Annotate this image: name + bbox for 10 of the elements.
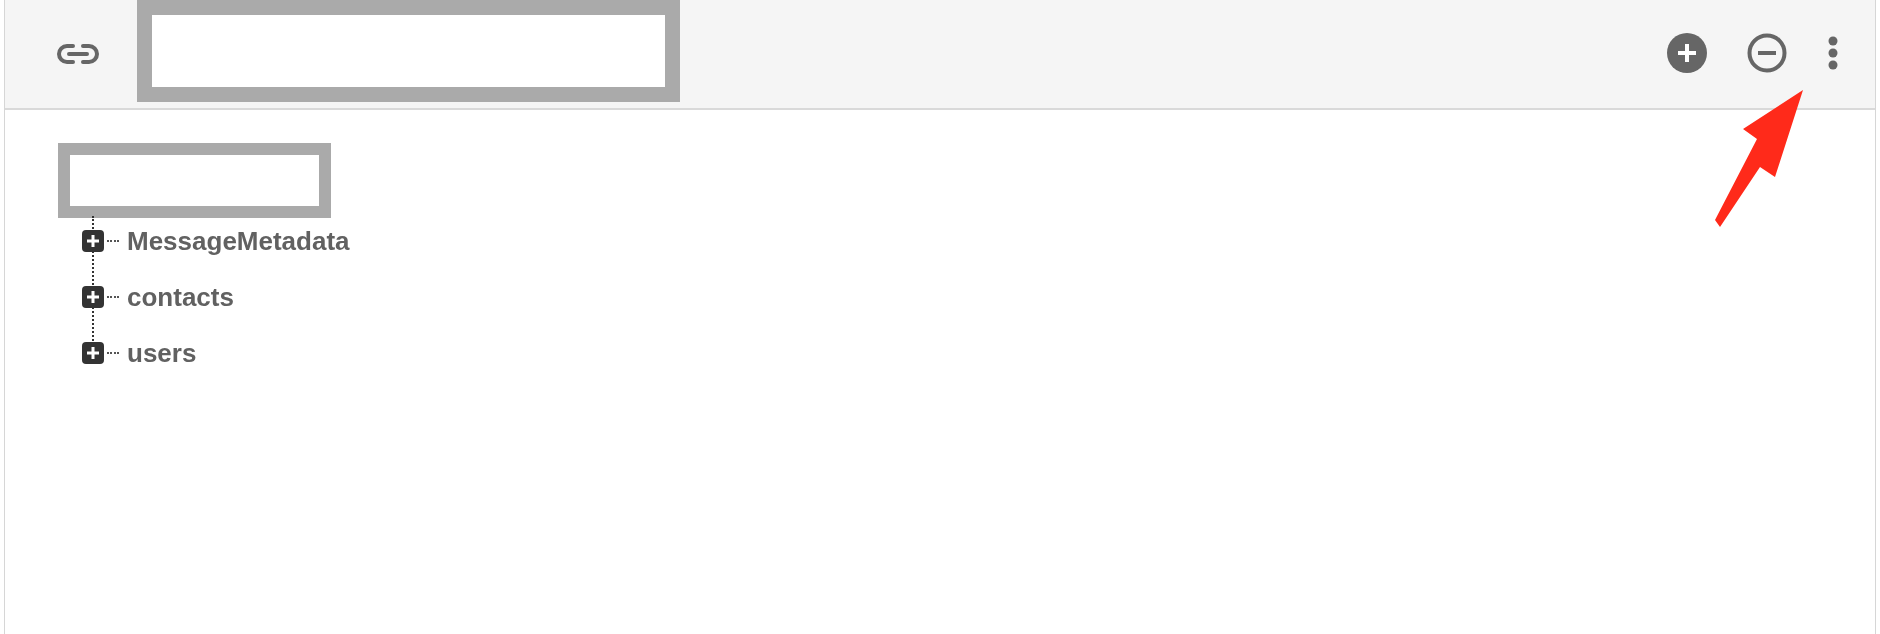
tree-item[interactable]: users [127, 333, 197, 373]
expand-icon[interactable] [81, 229, 105, 253]
link-icon[interactable] [57, 42, 99, 66]
tree-item[interactable]: MessageMetadata [127, 221, 350, 261]
more-icon[interactable] [1827, 35, 1839, 71]
expand-icon[interactable] [81, 285, 105, 309]
expand-icon[interactable] [81, 341, 105, 365]
add-icon[interactable] [1667, 33, 1707, 73]
tree-item[interactable]: contacts [127, 277, 234, 317]
remove-icon[interactable] [1747, 33, 1787, 73]
